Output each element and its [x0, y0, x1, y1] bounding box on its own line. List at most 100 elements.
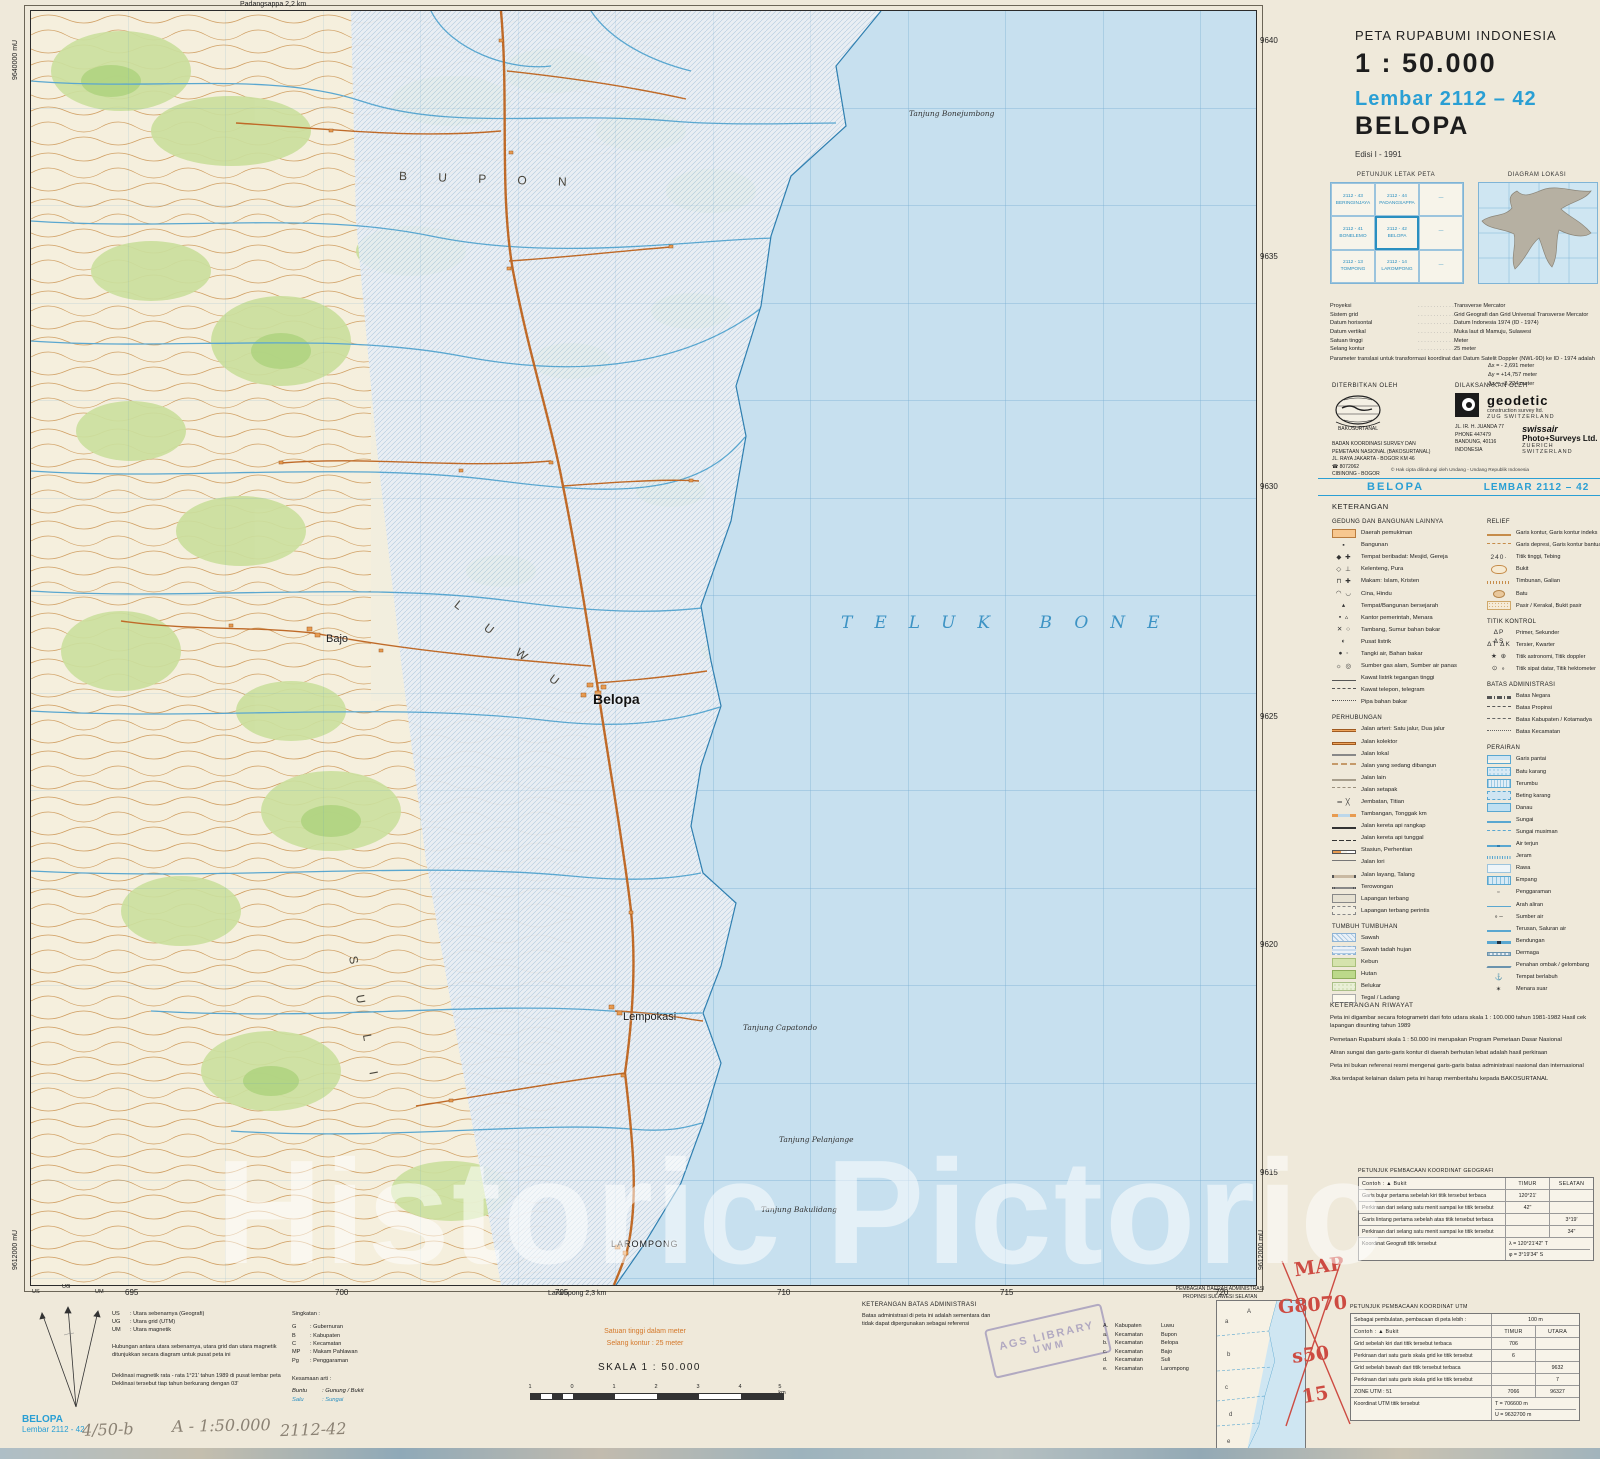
legend-item: ✶Menara suar [1487, 983, 1599, 995]
l-bandara-symbol [1332, 894, 1356, 903]
utm-row-value: 7 [1535, 1374, 1579, 1385]
datum-delta: Δx = - 2,691 meter [1488, 362, 1600, 371]
legend-item: Jalan yang sedang dibangun [1332, 760, 1484, 772]
decl-label-us: US [32, 1288, 40, 1296]
pencil-note-3: 2112-42 [280, 1419, 347, 1440]
north-notes: US: Utara sebenarnya (Geografi)UG: Utara… [112, 1310, 292, 1388]
glyph-symbol: ∘– [1487, 912, 1511, 921]
executed-by-title: DILAKSANAKAN OLEH [1455, 383, 1600, 389]
glyph-symbol: ◐ [1332, 637, 1356, 646]
bakosurtanal-logo: BAKOSURTANAL [1332, 392, 1384, 432]
legend-item: Danau [1487, 802, 1599, 814]
legend-item: Lapangan terbang [1332, 893, 1484, 905]
declination-note-2: Deklinasi tersebut tiap tahun berkurang … [112, 1380, 292, 1388]
town-label: Lempokasi [623, 1011, 676, 1023]
legend-item: ▪Bangunan [1332, 539, 1484, 551]
strip-sheet-number: LEMBAR 2112 – 42 [1473, 482, 1600, 493]
northing-label: 9640 [1260, 36, 1278, 45]
history-paragraph: Jika terdapat kelainan dalam peta ini ha… [1330, 1075, 1595, 1083]
legend-item-label: Empang [1516, 877, 1537, 883]
legend-item-label: Bukit [1516, 566, 1528, 572]
strip-sheet-name: BELOPA [1318, 481, 1473, 493]
legend-item-label: Daerah pemukiman [1361, 530, 1412, 536]
declination-note-1: Deklinasi magnetik rata - rata 1°21' tah… [112, 1372, 292, 1380]
l-ka1-symbol [1332, 840, 1356, 842]
glyph-symbol: ⊓ ✚ [1332, 577, 1356, 586]
legend-item-label: Jalan lokal [1361, 751, 1389, 757]
abbreviations-title: Singkatan : [292, 1310, 412, 1318]
edition: Edisi I - 1991 [1355, 150, 1402, 159]
a-sawah2-symbol [1332, 946, 1356, 955]
legend-item: ◆ ✚Tempat beribadat: Mesjid, Gereja [1332, 551, 1484, 563]
legend-item-label: Danau [1516, 805, 1532, 811]
a-pemukiman-symbol [1332, 529, 1356, 538]
legend-item-label: Tempat beribadat: Mesjid, Gereja [1361, 554, 1448, 560]
l-bendungan-symbol [1487, 941, 1511, 944]
scale-tick-label: 1 [612, 1384, 615, 1390]
index-cell: — [1419, 216, 1463, 249]
glyph-symbol: ═ ╳ [1332, 798, 1356, 807]
legend-item-label: Kebun [1361, 959, 1378, 965]
index-cell: — [1419, 183, 1463, 216]
legend-item: Jalan lori [1332, 856, 1484, 868]
legend-item: ☼ ◎Sumber gas alam, Sumber air panas [1332, 660, 1484, 672]
glyph-symbol: ● ◦ [1332, 649, 1356, 658]
legend-item: Terowongan [1332, 881, 1484, 893]
abbreviation-row: G: Gubernuran [292, 1323, 412, 1331]
legend-item-label: Jalan yang sedang dibangun [1361, 763, 1436, 769]
legend-item: Hutan [1332, 968, 1484, 980]
utm-row-value: 9632 [1535, 1362, 1579, 1373]
legend-item-label: Pusat listrik [1361, 639, 1391, 645]
legend-item-label: Tersier, Kwarter [1516, 642, 1555, 648]
a-sawah-symbol [1332, 933, 1356, 942]
geo-coordinate-guide: PETUNJUK PEMBACAAN KOORDINAT GEOGRAFI Co… [1358, 1168, 1594, 1261]
index-cell: 2112 - 43BERINGINJAYA [1331, 183, 1375, 216]
legend-section-title: GEDUNG DAN BANGUNAN LAINNYA [1332, 512, 1484, 527]
legend-item-label: Tempat/Bangunan bersejarah [1361, 603, 1438, 609]
geo-row-value: 120°21' [1505, 1190, 1549, 1201]
legend-section-title: TITIK KONTROL [1487, 612, 1599, 627]
legend-item-label: Lapangan terbang perintis [1361, 908, 1429, 914]
corner-coordinate-tl: 9640000 mU [12, 40, 19, 80]
district-label: L U W U [452, 597, 573, 696]
glyph-symbol: ✶ [1487, 985, 1511, 994]
legend-item: Sungai musiman [1487, 826, 1599, 838]
legend-item-label: Jalan lori [1361, 859, 1385, 865]
north-paragraph: Hubungan antara utara sebenarnya, utara … [112, 1343, 292, 1359]
legend-item: Jalan lokal [1332, 748, 1484, 760]
glyph-symbol: ΔT ΔK [1487, 640, 1511, 649]
glyph-symbol: ◠ ◡ [1332, 589, 1356, 598]
legend-item-label: Terumbu [1516, 781, 1538, 787]
map-scale: 1 : 50.000 [1355, 48, 1497, 79]
synonym-row: Salu: Sungai [292, 1396, 412, 1405]
glyph-symbol: 240· [1487, 553, 1511, 562]
utm-row-value: 6 [1491, 1350, 1535, 1361]
utm-result-label: Koordinat UTM titik tersebut [1351, 1398, 1491, 1420]
edge-note-top: Padangsappa 2,2 km [240, 1, 306, 8]
legend-item-label: Tambangan, Tonggak km [1361, 811, 1427, 817]
legend-item-label: Batas Propinsi [1516, 705, 1552, 711]
l-bangun-symbol [1332, 763, 1356, 772]
legend-item: Jalan kereta api tunggal [1332, 832, 1484, 844]
elevation-units-note: Satuan tinggi dalam meter Selang kontur … [560, 1326, 730, 1350]
legend-item: ⚓Tempat berlabuh [1487, 971, 1599, 983]
utm-row-label: Perkiraan dari satu garis skala grid ke … [1351, 1374, 1491, 1385]
northing-label: 9620 [1260, 940, 1278, 949]
a-pantai-symbol [1487, 755, 1511, 764]
legend-item: Jalan setapak [1332, 784, 1484, 796]
pencil-note-2: A - 1:50.000 [172, 1415, 271, 1436]
legend-item-label: Jalan lain [1361, 775, 1386, 781]
glyph-symbol: ΔP ΔS [1487, 628, 1511, 637]
l-sungai2-symbol [1487, 830, 1511, 839]
corner-sheet-number: Lembar 2112 - 42 [22, 1425, 85, 1434]
l-ka2-symbol [1332, 827, 1356, 830]
admin-division-row: b.KecamatanBelopa [1103, 1339, 1213, 1348]
l-layang-symbol [1332, 875, 1356, 878]
glyph-symbol: ▪ ▵ [1332, 613, 1356, 622]
l-lokal-symbol [1332, 754, 1356, 756]
l-sungai-symbol [1487, 821, 1511, 823]
scale-tick-label: 1 [528, 1384, 531, 1390]
legend-section-title: PERAIRAN [1487, 738, 1599, 753]
utm-row-value [1491, 1362, 1535, 1373]
glyph-symbol: ▪ [1332, 541, 1356, 550]
